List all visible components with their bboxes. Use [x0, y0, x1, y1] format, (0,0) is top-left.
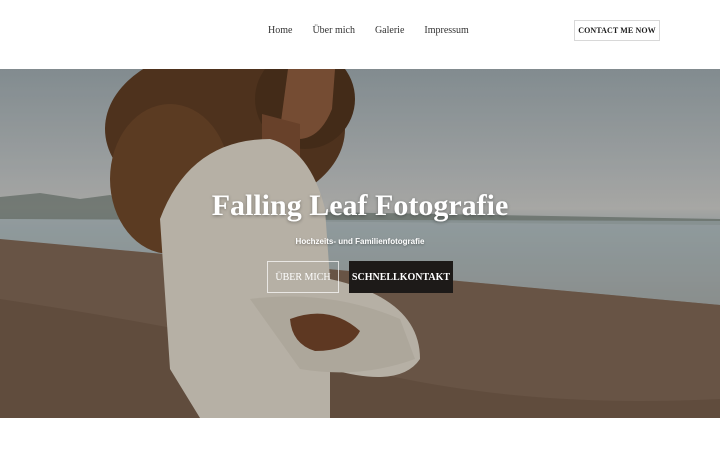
hero-section: Falling Leaf Fotografie Hochzeits- und F… [0, 69, 720, 418]
contact-me-button[interactable]: CONTACT ME NOW [574, 20, 660, 41]
quick-contact-button[interactable]: SCHNELLKONTAKT [349, 261, 453, 293]
page: Home Über mich Galerie Impressum CONTACT… [0, 0, 720, 450]
site-header: Home Über mich Galerie Impressum CONTACT… [0, 0, 720, 69]
nav-item-imprint[interactable]: Impressum [414, 22, 478, 40]
hero-subtitle: Hochzeits- und Familienfotografie [295, 237, 425, 246]
nav-item-home[interactable]: Home [258, 22, 302, 40]
main-nav: Home Über mich Galerie Impressum [258, 22, 479, 40]
nav-item-about[interactable]: Über mich [302, 22, 365, 40]
hero-title: Falling Leaf Fotografie [211, 189, 509, 222]
nav-item-gallery[interactable]: Galerie [365, 22, 414, 40]
about-me-button[interactable]: ÜBER MICH [267, 261, 339, 293]
